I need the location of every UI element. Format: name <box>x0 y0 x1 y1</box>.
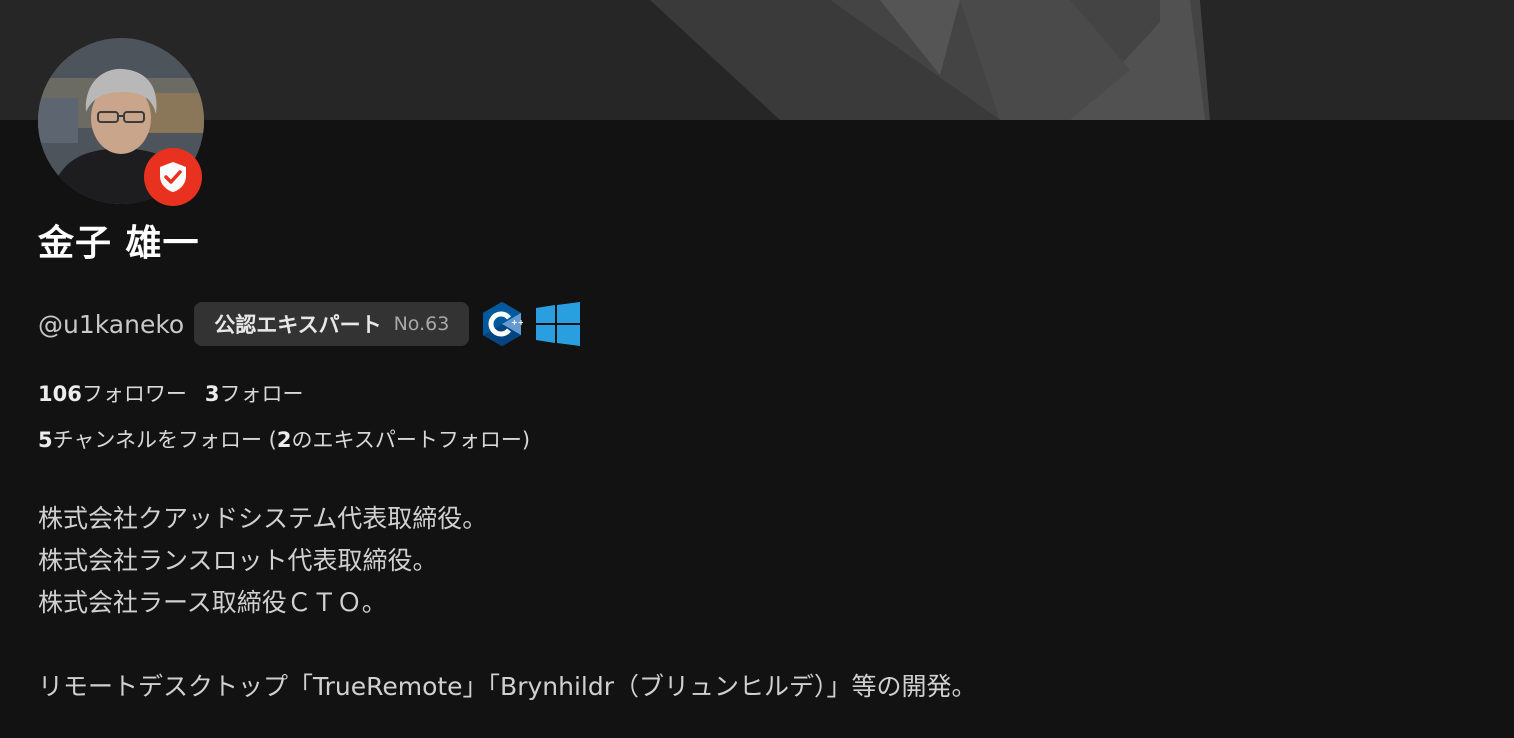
profile-bio: 株式会社クアッドシステム代表取締役。 株式会社ランスロット代表取締役。 株式会社… <box>38 498 1458 708</box>
following-label: フォロー <box>219 382 304 406</box>
bio-line: 株式会社ランスロット代表取締役。 <box>38 546 438 575</box>
expert-badge-label: 公認エキスパート <box>214 313 382 337</box>
cpp-icon[interactable]: ++ <box>481 301 523 347</box>
verified-badge <box>144 148 202 206</box>
profile-handle: @u1kaneko <box>38 309 185 339</box>
expert-badge[interactable]: 公認エキスパート No.63 <box>194 302 470 346</box>
expert-badge-number: No.63 <box>393 313 450 335</box>
expert-follow-label: のエキスパートフォロー) <box>291 428 531 452</box>
channel-label: チャンネルをフォロー ( <box>52 428 277 452</box>
shield-check-icon <box>160 162 186 192</box>
bio-line: 株式会社クアッドシステム代表取締役。 <box>38 504 488 533</box>
expert-follow-count: 2 <box>276 428 292 452</box>
follow-stats: 106フォロワー 3フォロー <box>38 378 303 408</box>
bio-line: 株式会社ラース取締役ＣＴＯ。 <box>38 588 387 617</box>
followers-link[interactable]: 106フォロワー <box>38 382 187 406</box>
following-link[interactable]: 3フォロー <box>205 382 304 406</box>
followers-count: 106 <box>38 382 82 406</box>
channel-count: 5 <box>38 428 53 452</box>
channel-follow-stats[interactable]: 5チャンネルをフォロー (2のエキスパートフォロー) <box>38 424 530 454</box>
profile-page: 金子 雄一 @u1kaneko 公認エキスパート No.63 ++ 106フォロ… <box>0 0 1514 738</box>
svg-text:++: ++ <box>511 318 523 327</box>
following-count: 3 <box>204 382 220 406</box>
avatar-container[interactable] <box>38 38 204 206</box>
bio-line: リモートデスクトップ「TrueRemote」「Brynhildr（ブリュンヒルデ… <box>38 672 977 701</box>
bio-line <box>38 624 1458 666</box>
banner-pattern <box>650 0 1514 120</box>
profile-banner <box>0 0 1514 120</box>
windows-icon[interactable] <box>535 301 581 347</box>
profile-name: 金子 雄一 <box>38 223 200 264</box>
followers-label: フォロワー <box>81 382 187 406</box>
handle-row: @u1kaneko 公認エキスパート No.63 ++ <box>38 302 581 346</box>
